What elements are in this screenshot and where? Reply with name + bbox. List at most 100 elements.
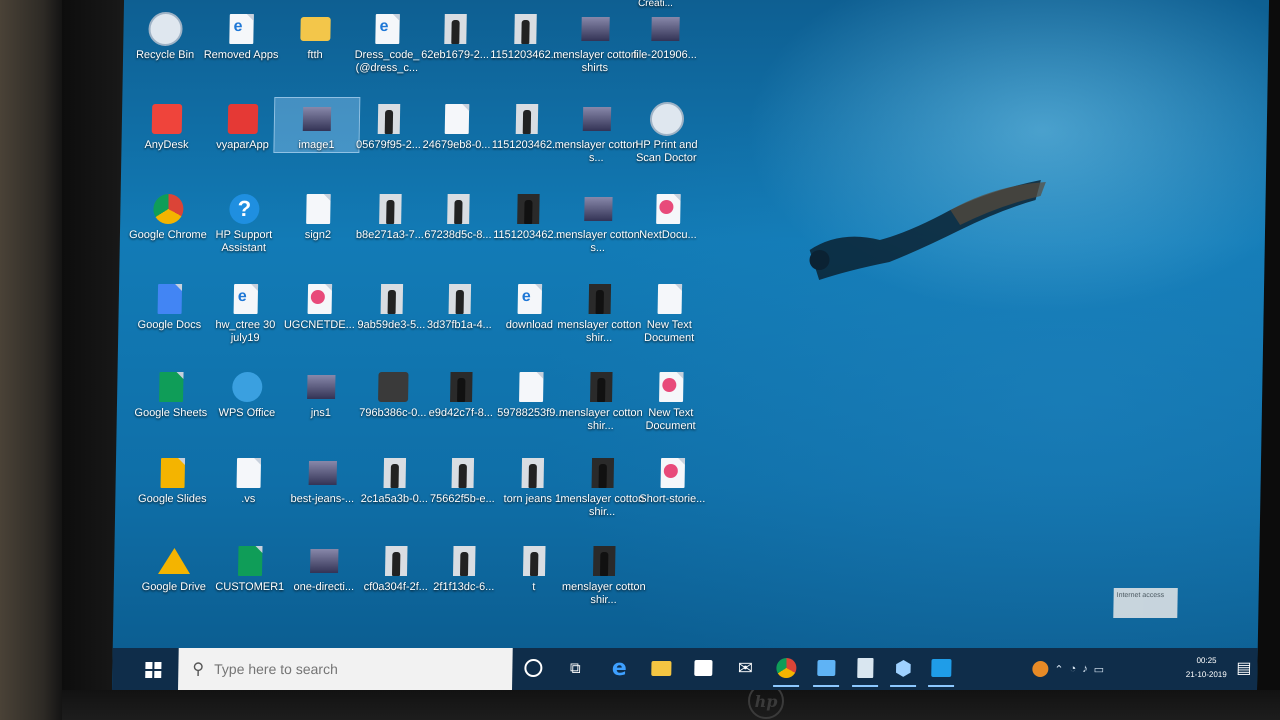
- desktop-icon-label: Recycle Bin: [135, 49, 195, 61]
- doc-icon: [514, 370, 549, 404]
- vyapar-icon: [226, 102, 261, 136]
- taskbar-mail[interactable]: ✉: [728, 652, 763, 684]
- desktop-icon-label: 9ab59de3-5...: [357, 319, 426, 331]
- taskbar-files-app[interactable]: [848, 652, 883, 684]
- play-icon: [376, 370, 411, 404]
- clock-time: 00:25: [1196, 656, 1217, 665]
- desktop-icon-label: Google Chrome: [129, 229, 207, 241]
- taskbar-store[interactable]: [686, 652, 721, 684]
- docs-icon: [153, 282, 188, 316]
- thumb-icon: [447, 544, 482, 578]
- desktop-icon[interactable]: vyaparApp: [200, 98, 285, 152]
- desktop-icon[interactable]: CUSTOMER1: [208, 540, 293, 594]
- taskbar-active-window[interactable]: [924, 652, 959, 684]
- desktop-icon[interactable]: e Removed Apps: [199, 8, 284, 62]
- cortana-button[interactable]: [516, 652, 551, 684]
- desktop-icon-label: cf0a304f-2f...: [363, 581, 429, 593]
- volume-icon[interactable]: ♪: [1082, 663, 1088, 675]
- desktop-icon-label: 1151203462...: [493, 229, 563, 241]
- ftth-icon: [298, 12, 333, 46]
- desktop-icon-label: image1: [298, 139, 335, 151]
- desktop-icon[interactable]: Google Chrome: [126, 188, 211, 242]
- thumb-icon: [511, 192, 546, 226]
- battery-icon[interactable]: ▭: [1094, 663, 1105, 676]
- thumb-icon: [375, 282, 410, 316]
- desktop-icon[interactable]: file-201906...: [623, 8, 708, 62]
- desktop-icon-label: ftth: [307, 49, 323, 61]
- wps-icon: [230, 370, 265, 404]
- desktop-icon[interactable]: WPS Office: [205, 366, 290, 420]
- thumb-icon: [373, 192, 408, 226]
- desktop-icon-label: 75662f5b-e...: [429, 493, 495, 505]
- desktop-icon-label: hw_ctree 30 july19: [215, 319, 276, 344]
- desktop-icon[interactable]: .vs: [206, 452, 291, 506]
- hw-icon: e: [229, 282, 264, 316]
- mail-icon: ✉: [737, 657, 754, 678]
- taskbar-outlook[interactable]: [809, 652, 844, 684]
- desktop-icon-label: download: [505, 319, 554, 331]
- desktop-icon-label: HP Support Assistant: [215, 229, 273, 254]
- desktop-icon-label: torn jeans 1: [503, 493, 562, 505]
- desktop-icon-label: Google Sheets: [134, 407, 208, 419]
- taskbar-search-box[interactable]: ⚲: [178, 648, 513, 690]
- pdf-icon: [655, 456, 690, 490]
- desktop-icon[interactable]: Google Sheets: [129, 366, 214, 420]
- jns1-icon: [304, 370, 339, 404]
- vs-icon: [231, 456, 266, 490]
- desktop-icon[interactable]: NextDocu...: [626, 188, 711, 242]
- start-button[interactable]: [132, 654, 175, 686]
- action-center-icon[interactable]: ▤: [1236, 658, 1251, 678]
- desktop-icon-label: sign2: [304, 229, 332, 241]
- desktop-icon-label: 24679eb8-0...: [422, 139, 491, 151]
- desktop-icon-label: WPS Office: [218, 407, 276, 419]
- desktop-icon[interactable]: New Text Document: [628, 366, 713, 433]
- desktop-icon[interactable]: HP Print and Scan Doctor: [624, 98, 709, 165]
- edge-icon: e: [611, 655, 628, 681]
- chevron-up-icon[interactable]: ⌃: [1054, 663, 1063, 676]
- desktop-icon[interactable]: Short-storie...: [630, 452, 715, 506]
- taskbar-file-explorer[interactable]: [644, 652, 679, 684]
- taskbar-clock[interactable]: 00:25 21-10-2019: [1180, 654, 1232, 682]
- jeans-icon: [305, 456, 340, 490]
- desktop-icon[interactable]: ? HP Support Assistant: [202, 188, 287, 255]
- txt-icon: [653, 282, 688, 316]
- folder-icon: [651, 660, 672, 676]
- desktop-icon-label: Google Slides: [137, 493, 207, 505]
- thumb-icon: [445, 456, 480, 490]
- desktop-icon-label: file-201906...: [633, 49, 697, 61]
- taskbar-shield-app[interactable]: ⬢: [886, 652, 921, 684]
- shirt-icon: [580, 102, 615, 136]
- desktop-icon[interactable]: menslayer cotton shir...: [561, 540, 646, 607]
- desktop-icon[interactable]: Google Docs: [127, 278, 212, 332]
- chrome-icon: [776, 658, 797, 678]
- desktop-icon[interactable]: Recycle Bin: [123, 8, 208, 62]
- shirt-icon: [581, 192, 616, 226]
- thumb-icon: [377, 456, 412, 490]
- taskbar-edge[interactable]: e: [602, 652, 637, 684]
- thumb-icon: [444, 370, 479, 404]
- desktop-icon-label: 67238d5c-8...: [424, 229, 492, 241]
- desktop-icon-label: UGCNETDE...: [283, 319, 355, 331]
- monitor-bezel-bottom: [62, 690, 1280, 720]
- task-view-button[interactable]: ⧉: [558, 652, 593, 684]
- thumb-icon: [515, 456, 550, 490]
- desktop-icon[interactable]: Google Slides: [130, 452, 215, 506]
- taskbar: ⚲ ⧉ e ✉ ⬢: [112, 648, 1258, 690]
- network-icon[interactable]: ◔: [1069, 663, 1076, 675]
- desktop-icon-label: 05679f95-2...: [355, 139, 422, 151]
- desktop-icon-label: b8e271a3-7...: [355, 229, 424, 241]
- shirt-icon: [587, 544, 622, 578]
- store-icon: [694, 660, 713, 676]
- desktop-icon[interactable]: Google Drive: [132, 540, 217, 594]
- desktop-icon-label: New Text Document: [643, 319, 695, 344]
- desktop-icon[interactable]: e hw_ctree 30 july19: [203, 278, 288, 345]
- desktop-icon-label: CUSTOMER1: [215, 581, 285, 593]
- sign2-icon: [301, 192, 336, 226]
- desktop-icon[interactable]: AnyDesk: [124, 98, 209, 152]
- desktop-icon-label: HP Print and Scan Doctor: [635, 139, 698, 164]
- tray-app-icon[interactable]: [1032, 661, 1049, 677]
- recycle-bin-icon: [148, 12, 183, 46]
- desktop-icon[interactable]: New Text Document: [627, 278, 712, 345]
- search-input[interactable]: [211, 660, 487, 678]
- taskbar-chrome[interactable]: [769, 652, 804, 684]
